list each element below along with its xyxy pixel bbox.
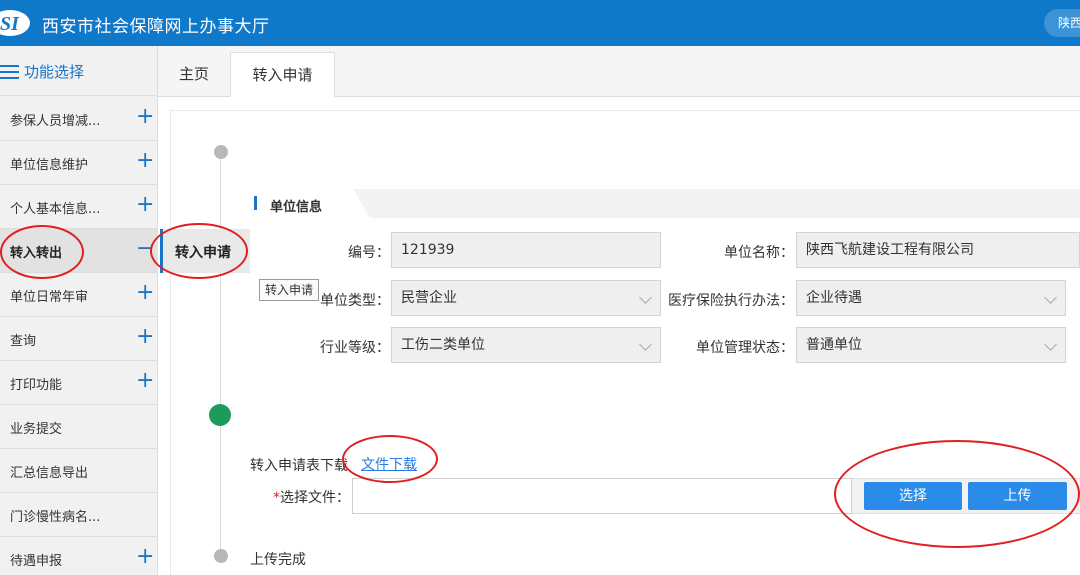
- sidebar: 功能选择 参保人员增减... + 单位信息维护 + 个人基本信息... + 转入…: [0, 46, 158, 575]
- sidebar-item-label: 门诊慢性病名...: [10, 510, 101, 525]
- annotation-ring-buttons: [834, 440, 1080, 548]
- mgmt-status-label: 单位管理状态：: [696, 340, 794, 356]
- sidebar-item-label: 待遇申报: [10, 554, 63, 569]
- file-select-label-text: 选择文件：: [280, 490, 350, 506]
- expand-plus-icon[interactable]: +: [136, 545, 154, 569]
- mgmt-status-value: 普通单位: [806, 337, 862, 353]
- sidebar-item-label: 参保人员增减...: [10, 114, 101, 129]
- chevron-down-icon: [639, 291, 652, 304]
- industry-level-value: 工伤二类单位: [401, 337, 485, 353]
- si-logo-icon: SI: [0, 10, 30, 36]
- sidebar-item-unit-info[interactable]: 单位信息维护 +: [0, 141, 158, 185]
- expand-plus-icon[interactable]: +: [136, 281, 154, 305]
- sidebar-item-label: 单位日常年审: [10, 290, 89, 305]
- sidebar-item-label: 个人基本信息...: [10, 202, 101, 217]
- expand-plus-icon[interactable]: +: [136, 325, 154, 349]
- sidebar-item-business-submit[interactable]: 业务提交: [0, 405, 158, 449]
- file-select-label: *选择文件：: [272, 487, 350, 507]
- tab-bar: 主页 转入申请: [158, 46, 1080, 97]
- expand-plus-icon[interactable]: +: [136, 369, 154, 393]
- function-select-title: 功能选择: [24, 63, 85, 81]
- step-last-label: 上传完成: [250, 552, 306, 568]
- medical-method-select[interactable]: 企业待遇: [796, 280, 1066, 316]
- industry-level-label: 行业等级：: [320, 340, 390, 356]
- sidebar-item-label: 业务提交: [10, 422, 63, 437]
- region-selector[interactable]: 陕西: [1044, 9, 1080, 37]
- expand-plus-icon[interactable]: +: [136, 149, 154, 173]
- sidebar-item-summary-export[interactable]: 汇总信息导出: [0, 449, 158, 493]
- sidebar-item-print[interactable]: 打印功能 +: [0, 361, 158, 405]
- unit-no-field: 121939: [391, 232, 661, 268]
- expand-plus-icon[interactable]: +: [136, 193, 154, 217]
- sidebar-item-label: 单位信息维护: [10, 158, 89, 173]
- step-timeline: [220, 152, 221, 557]
- svg-text:SI: SI: [0, 13, 20, 35]
- unit-type-select[interactable]: 民营企业: [391, 280, 661, 316]
- section-marker: [254, 196, 257, 210]
- chevron-down-icon: [1044, 338, 1057, 351]
- annotation-ring-sidebar: [0, 225, 84, 279]
- mgmt-status-select[interactable]: 普通单位: [796, 327, 1066, 363]
- tab-transfer-in-apply[interactable]: 转入申请: [230, 52, 335, 97]
- unit-no-label: 编号：: [348, 245, 390, 261]
- sidebar-item-benefit-declare[interactable]: 待遇申报 +: [0, 537, 158, 575]
- tab-home[interactable]: 主页: [158, 52, 230, 97]
- expand-plus-icon[interactable]: +: [136, 105, 154, 129]
- step-dot-icon: [214, 145, 228, 159]
- unit-name-field: 陕西飞航建设工程有限公司: [796, 232, 1080, 268]
- medical-method-label: 医疗保险执行办法：: [668, 293, 794, 309]
- sidebar-item-label: 查询: [10, 334, 37, 349]
- step-tooltip: 转入申请: [259, 279, 319, 301]
- file-path-input[interactable]: [352, 478, 852, 514]
- sidebar-item-chronic-disease[interactable]: 门诊慢性病名...: [0, 493, 158, 537]
- section-title: 单位信息: [270, 200, 323, 215]
- sidebar-item-label: 打印功能: [10, 378, 63, 393]
- menu-icon[interactable]: [0, 65, 19, 79]
- sidebar-item-query[interactable]: 查询 +: [0, 317, 158, 361]
- required-mark: *: [273, 490, 280, 506]
- app-title: 西安市社会保障网上办事大厅: [42, 17, 270, 37]
- sidebar-item-label: 汇总信息导出: [10, 466, 89, 481]
- chevron-down-icon: [1044, 291, 1057, 304]
- annotation-ring-step: [150, 223, 248, 279]
- unit-name-label: 单位名称：: [724, 245, 794, 261]
- function-select-header[interactable]: 功能选择: [0, 46, 158, 96]
- annotation-ring-download: [342, 435, 438, 483]
- unit-type-value: 民营企业: [401, 290, 457, 306]
- section-header-band: [250, 189, 1080, 218]
- industry-level-select[interactable]: 工伤二类单位: [391, 327, 661, 363]
- download-label: 转入申请表下载: [250, 458, 348, 474]
- header-bar: SI 西安市社会保障网上办事大厅 陕西: [0, 0, 1080, 46]
- sidebar-item-personal-info[interactable]: 个人基本信息... +: [0, 185, 158, 229]
- step-dot-icon: [214, 549, 228, 563]
- sidebar-item-insured-changes[interactable]: 参保人员增减... +: [0, 97, 158, 141]
- step-current-dot-icon: [209, 404, 231, 426]
- medical-method-value: 企业待遇: [806, 290, 862, 306]
- unit-type-label: 单位类型：: [320, 293, 390, 309]
- chevron-down-icon: [639, 338, 652, 351]
- sidebar-item-annual-review[interactable]: 单位日常年审 +: [0, 273, 158, 317]
